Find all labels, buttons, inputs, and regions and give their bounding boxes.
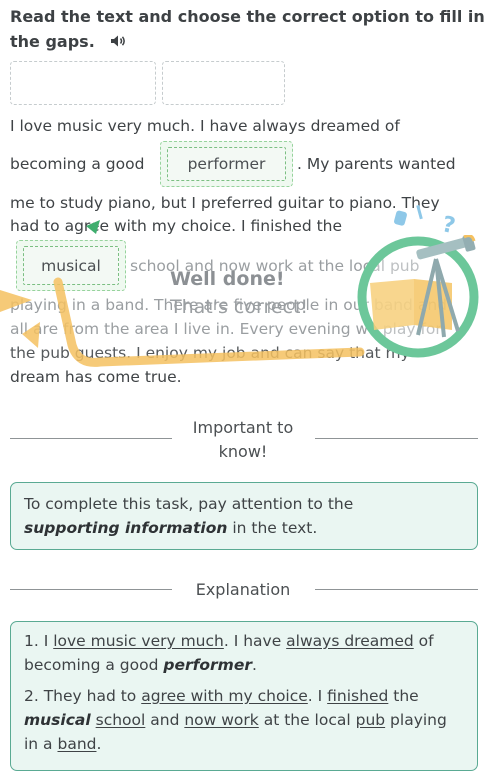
text: .	[96, 735, 102, 753]
passage-line: becoming a good	[10, 155, 145, 173]
passage-line: me to study piano, but I preferred guita…	[10, 194, 440, 212]
explanation-box: 1. I love music very much. I have always…	[10, 621, 478, 771]
underlined-phrase: now work	[184, 711, 259, 729]
important-heading-line: know!	[218, 442, 268, 461]
passage-line: all are from the area I live in. Every e…	[10, 320, 442, 338]
underlined-phrase: agree with my choice	[141, 687, 308, 705]
text: and	[145, 711, 185, 729]
gap-1[interactable]: performer	[160, 141, 293, 187]
underlined-phrase: love music very much	[53, 632, 224, 650]
explanation-item-2: 2. They had to agree with my choice. I f…	[24, 684, 464, 756]
passage-line: dream has come true.	[10, 368, 182, 386]
underlined-phrase: pub	[355, 711, 386, 729]
text: at the local	[258, 711, 356, 729]
text: . I	[307, 687, 328, 705]
note-text: in the text.	[232, 519, 318, 537]
divider-line	[10, 589, 172, 590]
underlined-phrase: always dreamed	[286, 632, 414, 650]
underlined-phrase: school	[95, 711, 146, 729]
task-title: Read the text and choose the correct opt…	[10, 4, 490, 55]
text: 1. I	[24, 632, 54, 650]
task-title-text: Read the text and choose the correct opt…	[10, 7, 485, 51]
underlined-phrase: finished	[327, 687, 389, 705]
text: . I have	[223, 632, 287, 650]
gap-2[interactable]: musical	[16, 240, 126, 291]
answer-word: performer	[163, 656, 252, 674]
passage-line: playing in a band. There are five people…	[10, 296, 447, 314]
important-heading: Important to know!	[178, 416, 308, 464]
answer-word: musical	[24, 711, 91, 729]
passage-line: . My parents wanted	[297, 155, 456, 173]
text: .	[251, 656, 257, 674]
passage-line: had to agree with my choice. I finished …	[10, 217, 343, 235]
important-heading-line: Important to	[192, 418, 294, 437]
divider-line	[10, 438, 172, 439]
divider-line	[315, 438, 478, 439]
explanation-heading: Explanation	[195, 580, 291, 599]
gap-2-answer[interactable]: musical	[23, 246, 119, 285]
divider-line	[315, 589, 478, 590]
explanation-item-1: 1. I love music very much. I have always…	[24, 629, 464, 677]
note-emphasis: supporting information	[24, 519, 228, 537]
note-text: To complete this task, pay attention to …	[24, 495, 354, 513]
text: 2. They had to	[24, 687, 142, 705]
passage-line: school and now work at the local pub	[130, 257, 420, 275]
underlined-phrase: band	[57, 735, 97, 753]
exercise-page: Read the text and choose the correct opt…	[0, 0, 500, 777]
gap-1-answer[interactable]: performer	[167, 147, 286, 181]
answer-slot-1[interactable]	[10, 61, 156, 105]
important-note-box: To complete this task, pay attention to …	[10, 482, 478, 550]
answer-slot-2[interactable]	[162, 61, 285, 105]
text: the	[388, 687, 419, 705]
speaker-icon[interactable]	[110, 30, 127, 55]
passage-line: I love music very much. I have always dr…	[10, 117, 400, 135]
passage-line: the pub guests. I enjoy my job and can s…	[10, 344, 410, 362]
